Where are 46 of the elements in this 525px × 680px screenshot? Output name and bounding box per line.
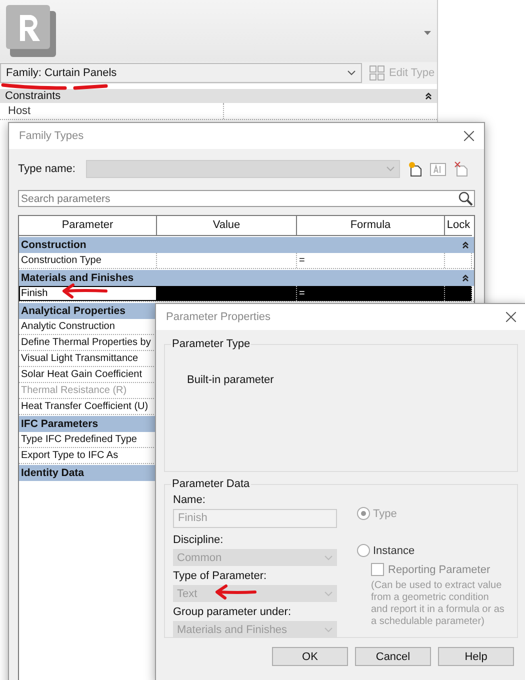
family-selector[interactable]: Family: Curtain Panels [0,63,362,83]
parameter-cell[interactable]: Finish [19,286,157,301]
delete-icon[interactable] [454,161,468,177]
group-header: IFC Parameters [21,418,98,430]
chevron-down-icon[interactable] [347,70,356,76]
formula-cell[interactable]: = [297,253,445,268]
annotation-arrow [213,584,257,600]
new-type-icon[interactable] [408,161,422,177]
dialog-title: Family Types [19,130,84,142]
field-label: Group parameter under: [173,606,292,619]
type-name-label: Type name: [18,163,76,175]
hint-text: (Can be used to extract value from a geometric condition and report it in a formula or as a schedulable parameter) [371,580,506,628]
dialog-button[interactable]: Cancel [355,647,431,666]
scope-radio[interactable]: Instance [357,544,506,557]
grid-icon [369,65,385,81]
search-field[interactable]: Search parameters [18,190,475,207]
group-header: Materials and Finishes [21,272,134,284]
column-header[interactable]: Formula [297,216,445,236]
field-label: Type of Parameter: [173,570,268,583]
group-title: Parameter Type [171,338,252,350]
close-icon[interactable] [464,131,474,141]
lock-cell[interactable] [445,286,472,301]
formula-cell[interactable]: = [297,286,445,301]
collapse-icon[interactable] [462,274,469,282]
dropdown-caret-icon[interactable] [424,31,431,35]
close-icon[interactable] [506,312,516,322]
dialog-button[interactable]: Help [438,647,514,666]
group-title: Parameter Data [171,478,251,490]
collapse-icon[interactable] [425,92,432,100]
search-icon[interactable] [458,191,473,206]
column-header[interactable]: Value [157,216,297,236]
parameter-cell[interactable]: Construction Type [19,253,157,268]
dialog-button[interactable]: OK [272,647,348,666]
group-header: Analytical Properties [21,305,126,317]
property-label: Host [0,103,224,119]
group-header: Construction [21,239,86,251]
field-label: Name: [173,494,206,507]
category-header: Constraints [5,90,61,102]
dialog-title: Parameter Properties [166,311,271,323]
parameter-type-text: Built-in parameter [187,374,275,386]
field-label: Discipline: [173,534,224,547]
value-cell[interactable] [157,286,297,301]
group-header: Identity Data [21,467,84,479]
annotation-arrow [60,283,108,299]
collapse-icon[interactable] [462,241,469,249]
column-header[interactable]: Parameter [19,216,157,236]
